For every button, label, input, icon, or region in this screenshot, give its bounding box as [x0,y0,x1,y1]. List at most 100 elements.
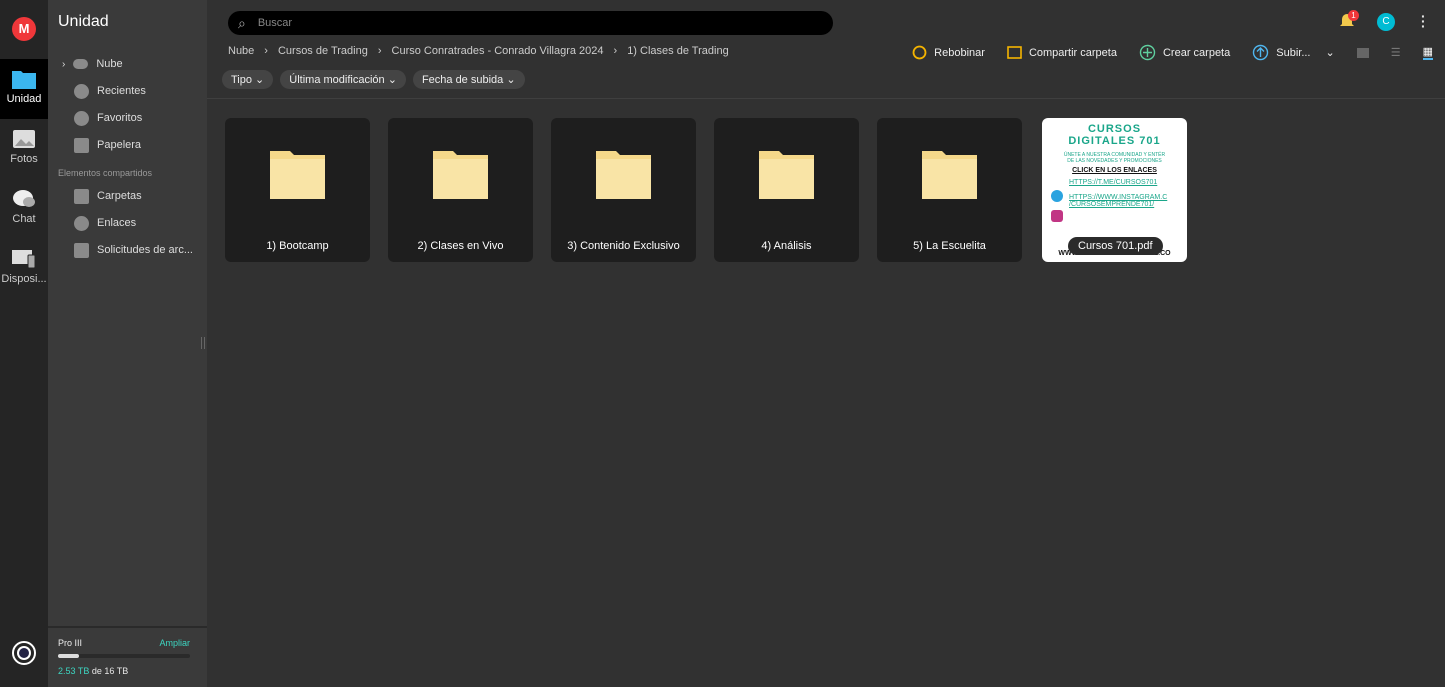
notifications-button[interactable]: 1 [1339,10,1359,32]
storage-bar [58,654,190,658]
avatar[interactable]: C [1377,13,1395,31]
chevron-right-icon[interactable]: › [62,59,65,70]
pdf-preview-text: DIGITALES 701 [1068,135,1161,147]
grid-view-icon[interactable]: ▦ [1422,45,1433,60]
chevron-right-icon: › [613,45,618,57]
share-folder-button[interactable]: Compartir carpeta [1007,46,1117,59]
breadcrumb-item[interactable]: 1) Clases de Trading [627,45,729,57]
sidebar-label: Enlaces [97,217,137,229]
list-view-icon[interactable]: ☰ [1391,46,1401,59]
chevron-right-icon: › [377,45,382,57]
file-name: Cursos 701.pdf [1068,237,1163,255]
sidebar: Unidad › Nube Recientes Favoritos Papeler… [48,0,207,687]
upgrade-link[interactable]: Ampliar [159,638,190,648]
pdf-preview-text: HTTPS://WWW.INSTAGRAM.C [1069,194,1168,201]
folder-name: 1) Bootcamp [266,240,329,252]
link-icon [74,215,89,231]
breadcrumb-item[interactable]: Curso Conratrades - Conrado Villagra 202… [392,45,604,57]
breadcrumb-item[interactable]: Nube [228,45,254,57]
filter-label: Fecha de subida [421,74,504,86]
rail-label: Unidad [6,93,42,105]
storage-text: 2.53 TB de 16 TB [58,666,128,676]
rail-item-chat[interactable]: Chat [0,179,48,239]
rail-label: Chat [12,213,36,225]
share-label: Compartir carpeta [1028,46,1117,59]
sidebar-item-solicitudes[interactable]: Solicitudes de arc... [74,240,193,260]
storage-panel: Pro III Ampliar 2.53 TB de 16 TB [48,626,207,687]
folder-name: 5) La Escuelita [913,240,986,252]
share-folder-icon [1007,46,1022,59]
plus-circle-icon [1139,44,1156,61]
filter-bar: Tipo ⌄ Última modificación ⌄ Fecha de su… [222,70,525,89]
rail-label: Fotos [10,153,38,165]
rewind-icon [912,45,927,60]
folder-name: 4) Análisis [761,240,812,252]
rail-item-unidad[interactable]: Unidad [0,59,48,119]
create-folder-button[interactable]: Crear carpeta [1139,44,1230,61]
folder-card[interactable]: 1) Bootcamp [225,118,370,262]
upload-icon [1253,44,1269,61]
folder-icon [759,151,814,199]
sidebar-item-enlaces[interactable]: Enlaces [74,213,136,233]
sidebar-label: Carpetas [97,190,142,202]
more-menu-icon[interactable]: · · · [1421,9,1426,33]
main-content: ⌕ Buscar 1 C · · · Nube › Cursos de Trading ›… [207,0,1445,687]
pdf-preview-text: DE LAS NOVEDADES Y PROMOCIONES [1067,158,1162,164]
folder-icon [433,151,488,199]
thumbnail-view-icon[interactable] [1356,47,1369,58]
app-rail: M Unidad Fotos Chat Disposi... [0,0,48,687]
breadcrumb: Nube › Cursos de Trading › Curso Conratrad… [228,45,729,57]
clock-icon [74,83,89,99]
rewind-button[interactable]: Rebobinar [912,45,985,60]
rail-label: Disposi... [1,273,47,285]
filter-type[interactable]: Tipo ⌄ [222,70,274,89]
breadcrumb-item[interactable]: Cursos de Trading [278,45,368,57]
pdf-preview-text: CURSOS [1087,123,1142,135]
instagram-icon [1051,210,1063,222]
sidebar-resize-handle[interactable] [201,337,205,349]
rail-item-fotos[interactable]: Fotos [0,119,48,179]
file-card-pdf[interactable]: CURSOS DIGITALES 701 ÚNETE A NUESTRA COM… [1042,118,1187,262]
rewind-label: Rebobinar [934,46,985,59]
shared-folder-icon [74,188,89,204]
chevron-down-icon[interactable]: ⌄ [1326,46,1335,59]
file-request-icon [74,242,89,258]
plan-name: Pro III [58,638,83,648]
sidebar-item-carpetas[interactable]: Carpetas [74,186,142,206]
folder-name: 2) Clases en Vivo [417,240,504,252]
folder-name: 3) Contenido Exclusivo [567,240,680,252]
heart-icon [74,110,89,126]
chevron-right-icon: › [264,45,268,57]
sidebar-item-papelera[interactable]: Papelera [74,135,141,155]
filter-upload-date[interactable]: Fecha de subida ⌄ [412,70,525,89]
mega-logo[interactable]: M [12,17,36,41]
rail-item-devices[interactable]: Disposi... [0,239,48,299]
sidebar-item-recientes[interactable]: Recientes [74,81,146,101]
filter-label: Última modificación [289,74,385,86]
folder-card[interactable]: 4) Análisis [714,118,859,262]
photo-icon [13,130,35,148]
sidebar-label: Nube [96,58,123,70]
folder-card[interactable]: 2) Clases en Vivo [388,118,533,262]
sidebar-label: Papelera [97,139,142,151]
folder-card[interactable]: 3) Contenido Exclusivo [551,118,696,262]
sidebar-item-nube[interactable]: › Nube [62,54,123,74]
sidebar-item-favoritos[interactable]: Favoritos [74,108,142,128]
pdf-preview-text: CLICK EN LOS ENLACES [1072,167,1157,174]
upload-button[interactable]: Subir... ⌄ [1252,44,1335,61]
filter-modified[interactable]: Última modificación ⌄ [280,70,406,89]
folder-card[interactable]: 5) La Escuelita [877,118,1022,262]
upload-label: Subir... [1276,46,1311,59]
sidebar-label: Solicitudes de arc... [97,244,193,256]
storage-total: de 16 TB [91,666,129,676]
pdf-preview-text: /CURSOSEMPRENDE701/ [1069,201,1155,208]
notification-badge: 1 [1348,10,1359,21]
pdf-preview-text: HTTPS://T.ME/CURSOS701 [1069,179,1158,186]
telegram-icon [1051,190,1063,202]
chat-icon [13,190,35,207]
search-icon: ⌕ [238,14,246,31]
transfers-icon[interactable] [12,641,36,665]
trash-icon [74,137,89,153]
search-bar[interactable]: ⌕ Buscar [228,11,833,35]
search-input[interactable]: Buscar [258,17,292,29]
